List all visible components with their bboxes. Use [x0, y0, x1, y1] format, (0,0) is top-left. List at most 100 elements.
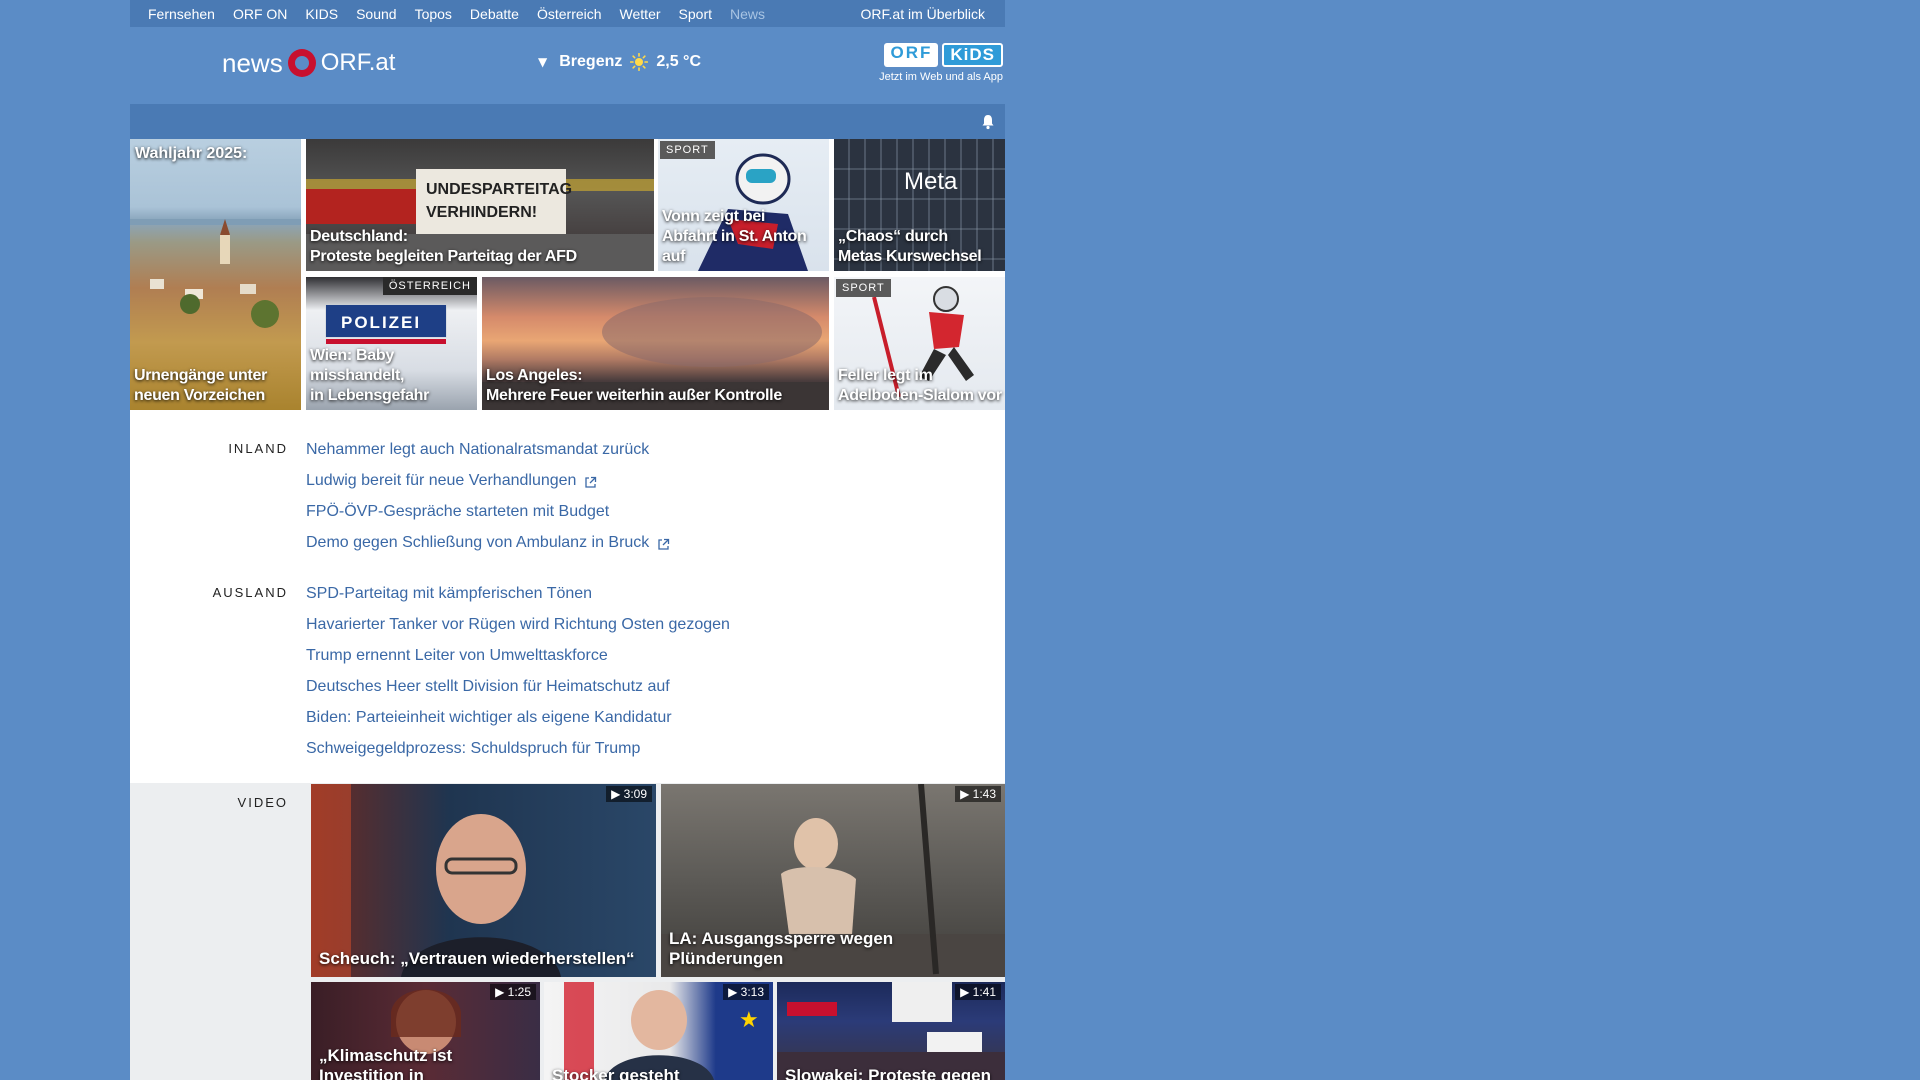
orf-eye-icon: [287, 49, 316, 77]
caption-line-2: Abfahrt in St. Anton auf: [662, 228, 807, 265]
video-slowakei[interactable]: ▶ 1:41 Slowakei: Proteste gegen: [777, 982, 1005, 1080]
list-item: FPÖ-ÖVP-Gespräche starteten mit Budget: [306, 503, 670, 534]
nav-news[interactable]: News: [730, 6, 765, 22]
teaser-wien-polizei[interactable]: POLIZEI ÖSTERREICH Wien: Baby misshandel…: [306, 277, 477, 410]
list-item: Trump ernennt Leiter von Umwelttaskforce: [306, 647, 730, 678]
video-scheuch[interactable]: ▶ 3:09 Scheuch: „Vertrauen wiederherstel…: [311, 784, 656, 977]
teaser-wien-tag: ÖSTERREICH: [382, 277, 477, 295]
video-section: VIDEO ▶ 3:09 Scheuch: „Vertrauen wiederh…: [130, 783, 1005, 1080]
video-caption: „Klimaschutz ist Investition in: [319, 1046, 453, 1080]
headline-link[interactable]: Nehammer legt auch Nationalratsmandat zu…: [306, 441, 649, 459]
nav-topos[interactable]: Topos: [415, 6, 452, 22]
nav-fernsehen[interactable]: Fernsehen: [148, 6, 215, 22]
teaser-wahljahr[interactable]: Wahljahr 2025: Urnengänge unter neuen Vo…: [130, 139, 301, 410]
caption-line-2: in Lebensgefahr: [310, 387, 430, 404]
caret-down-icon[interactable]: ▼: [538, 55, 547, 69]
video-duration: ▶ 3:13: [723, 984, 769, 1000]
list-item: Ludwig bereit für neue Verhandlungen: [306, 472, 670, 503]
video-caption: LA: Ausgangssperre wegen Plünderungen: [669, 929, 894, 968]
logo-orf-text: ORF.at: [320, 49, 396, 76]
orf-badge: ORF: [884, 43, 939, 67]
top-navigation: Fernsehen ORF ON KIDS Sound Topos Debatt…: [130, 0, 1005, 27]
ausland-label: AUSLAND: [212, 585, 288, 600]
kids-badge: KiDS: [942, 43, 1003, 67]
site-container: Fernsehen ORF ON KIDS Sound Topos Debatt…: [130, 0, 1005, 1080]
inland-list: Nehammer legt auch Nationalratsmandat zu…: [306, 441, 670, 565]
svg-text:VERHINDERN!: VERHINDERN!: [426, 204, 537, 221]
headline-link[interactable]: Biden: Parteieinheit wichtiger als eigen…: [306, 709, 672, 727]
headline-link[interactable]: FPÖ-ÖVP-Gespräche starteten mit Budget: [306, 503, 609, 521]
caption-line-1: Los Angeles:: [486, 367, 583, 384]
logo-news-text: news: [222, 47, 283, 78]
external-link-icon: [585, 476, 597, 488]
headline-link[interactable]: Trump ernennt Leiter von Umwelttaskforce: [306, 647, 608, 665]
teaser-la-caption: Los Angeles: Mehrere Feuer weiterhin auß…: [486, 366, 782, 406]
video-duration: ▶ 1:25: [490, 984, 536, 1000]
list-item: Demo gegen Schließung von Ambulanz in Br…: [306, 534, 670, 565]
kids-tagline: Jetzt im Web und als App: [879, 71, 1003, 83]
bell-icon[interactable]: [981, 114, 995, 130]
caption-line-1: Urnengänge unter: [134, 367, 267, 384]
list-item: Nehammer legt auch Nationalratsmandat zu…: [306, 441, 670, 472]
teaser-vonn-caption: Vonn zeigt bei Abfahrt in St. Anton auf: [662, 207, 829, 267]
video-duration: ▶ 1:43: [955, 786, 1001, 802]
list-item: Havarierter Tanker vor Rügen wird Richtu…: [306, 616, 730, 647]
list-item: SPD-Parteitag mit kämpferischen Tönen: [306, 585, 730, 616]
caption-line-1: Deutschland:: [310, 228, 408, 245]
nav-orf-on[interactable]: ORF ON: [233, 6, 287, 22]
teaser-wien-caption: Wien: Baby misshandelt, in Lebensgefahr: [310, 346, 477, 406]
headline-link[interactable]: Deutsches Heer stellt Division für Heima…: [306, 678, 670, 696]
news-orf-logo[interactable]: news ORF.at: [222, 47, 395, 79]
weather-temperature: 2,5 °C: [656, 53, 701, 70]
site-header: news ORF.at ▼ Bregenz 2,5 °C ORF KiDS Je…: [130, 27, 1005, 104]
teaser-meta-caption: „Chaos“ durch Metas Kurswechsel: [838, 227, 982, 267]
teaser-vonn[interactable]: SPORT Vonn zeigt bei Abfahrt in St. Anto…: [658, 139, 829, 271]
caption-line-1: Feller legt im: [838, 367, 933, 384]
teaser-la-fires[interactable]: Los Angeles: Mehrere Feuer weiterhin auß…: [482, 277, 829, 410]
caption-line-2: Metas Kurswechsel: [838, 248, 982, 265]
weather-widget[interactable]: ▼ Bregenz 2,5 °C: [538, 53, 701, 71]
nav-sound[interactable]: Sound: [356, 6, 396, 22]
orf-kids-promo[interactable]: ORF KiDS Jetzt im Web und als App: [863, 43, 1003, 83]
notification-bar: [130, 104, 1005, 139]
weather-city: Bregenz: [559, 53, 623, 70]
sun-icon: [630, 53, 649, 71]
video-klimaschutz[interactable]: ▶ 1:25 „Klimaschutz ist Investition in: [311, 982, 540, 1080]
teaser-afd-protest[interactable]: UNDESPARTEITAG VERHINDERN! Deutschland: …: [306, 139, 654, 271]
headline-link[interactable]: Schweigegeldprozess: Schuldspruch für Tr…: [306, 740, 640, 758]
video-la-curfew[interactable]: ▶ 1:43 LA: Ausgangssperre wegen Plünderu…: [661, 784, 1005, 977]
video-duration: ▶ 1:41: [955, 984, 1001, 1000]
nav-kids[interactable]: KIDS: [305, 6, 338, 22]
teaser-meta[interactable]: Meta „Chaos“ durch Metas Kurswechsel: [834, 139, 1005, 271]
headline-link[interactable]: Ludwig bereit für neue Verhandlungen: [306, 472, 576, 490]
svg-text:POLIZEI: POLIZEI: [341, 313, 421, 332]
teaser-vonn-tag: SPORT: [660, 141, 715, 159]
svg-text:★: ★: [739, 1008, 759, 1033]
caption-line-1: „Chaos“ durch: [838, 228, 948, 245]
caption-line-2: Proteste begleiten Parteitag der AFD: [310, 248, 577, 265]
nav-oesterreich[interactable]: Österreich: [537, 6, 602, 22]
headline-link[interactable]: SPD-Parteitag mit kämpferischen Tönen: [306, 585, 592, 603]
list-item: Schweigegeldprozess: Schuldspruch für Tr…: [306, 740, 730, 771]
nav-wetter[interactable]: Wetter: [620, 6, 661, 22]
teaser-feller-tag: SPORT: [836, 279, 891, 297]
nav-debatte[interactable]: Debatte: [470, 6, 519, 22]
teaser-feller-caption: Feller legt im Adelboden-Slalom vor: [838, 366, 1002, 406]
teaser-wahljahr-title: Wahljahr 2025:: [135, 145, 248, 162]
inland-label: INLAND: [228, 441, 288, 456]
nav-sport[interactable]: Sport: [679, 6, 712, 22]
headline-link[interactable]: Demo gegen Schließung von Ambulanz in Br…: [306, 534, 649, 552]
nav-orf-overview[interactable]: ORF.at im Überblick: [861, 6, 985, 22]
video-caption: Slowakei: Proteste gegen: [785, 1066, 991, 1080]
caption-line-2: neuen Vorzeichen: [134, 387, 265, 404]
ausland-list: SPD-Parteitag mit kämpferischen Tönen Ha…: [306, 585, 730, 771]
external-link-icon: [658, 538, 670, 550]
video-label: VIDEO: [237, 795, 288, 810]
inland-section: INLAND Nehammer legt auch Nationalratsma…: [130, 441, 1005, 591]
svg-text:UNDESPARTEITAG: UNDESPARTEITAG: [426, 181, 572, 198]
video-stocker[interactable]: ★ ▶ 3:13 Stocker gesteht: [544, 982, 773, 1080]
teaser-wahljahr-caption: Urnengänge unter neuen Vorzeichen: [134, 366, 267, 406]
teaser-afd-caption: Deutschland: Proteste begleiten Parteita…: [310, 227, 577, 267]
headline-link[interactable]: Havarierter Tanker vor Rügen wird Richtu…: [306, 616, 730, 634]
teaser-feller[interactable]: SPORT Feller legt im Adelboden-Slalom vo…: [834, 277, 1005, 410]
